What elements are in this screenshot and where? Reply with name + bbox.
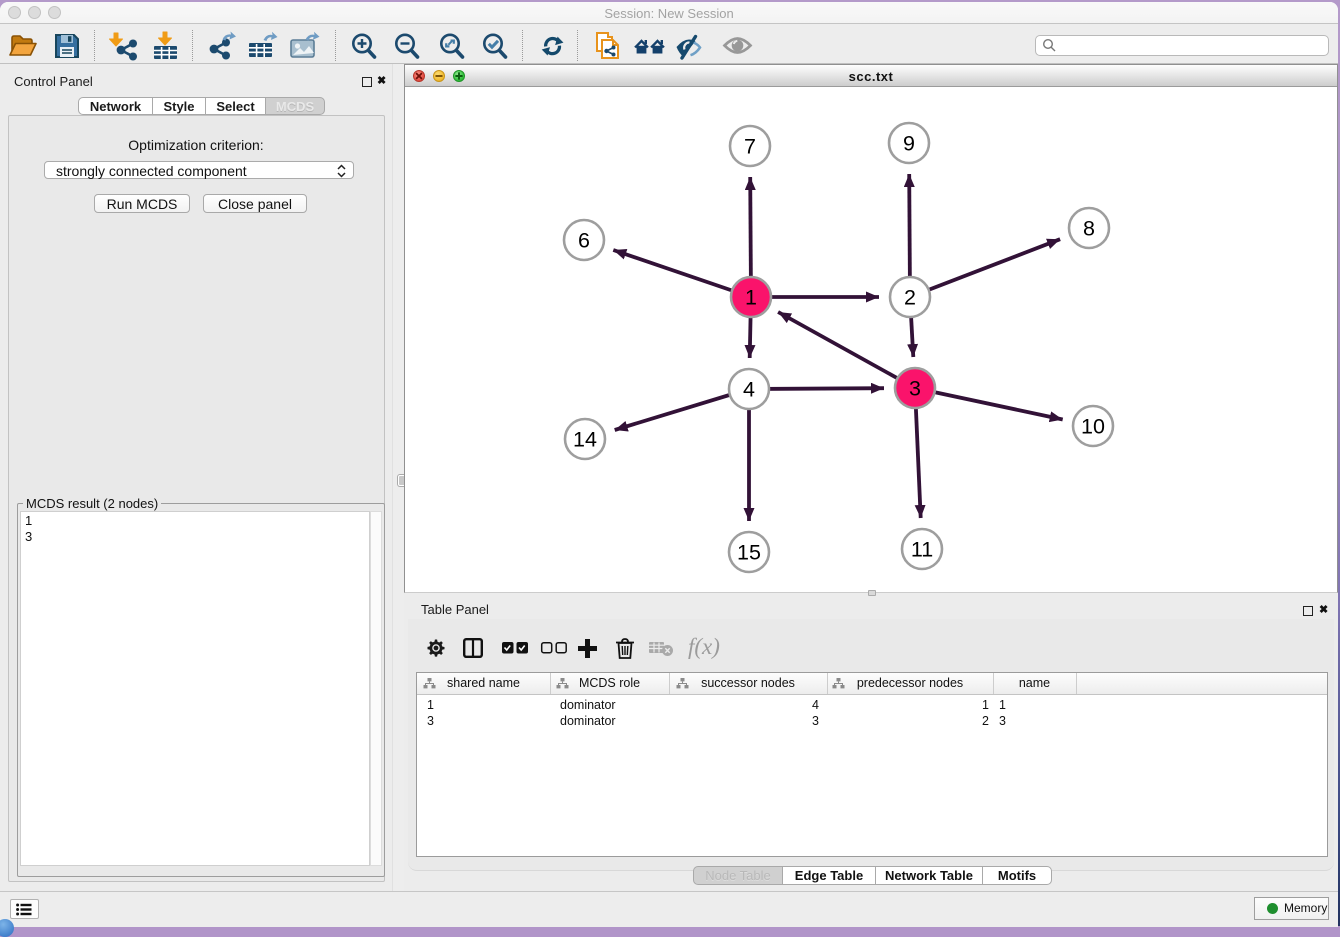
svg-text:10: 10: [1081, 415, 1105, 439]
svg-text:2: 2: [904, 286, 916, 310]
svg-text:14: 14: [573, 428, 597, 452]
svg-text:8: 8: [1083, 217, 1095, 241]
svg-text:1: 1: [745, 286, 757, 310]
svg-text:15: 15: [737, 541, 761, 565]
svg-text:7: 7: [744, 135, 756, 159]
svg-text:6: 6: [578, 229, 590, 253]
svg-text:11: 11: [911, 538, 933, 562]
svg-text:4: 4: [743, 378, 755, 402]
svg-text:9: 9: [903, 132, 915, 156]
svg-text:3: 3: [909, 377, 921, 401]
